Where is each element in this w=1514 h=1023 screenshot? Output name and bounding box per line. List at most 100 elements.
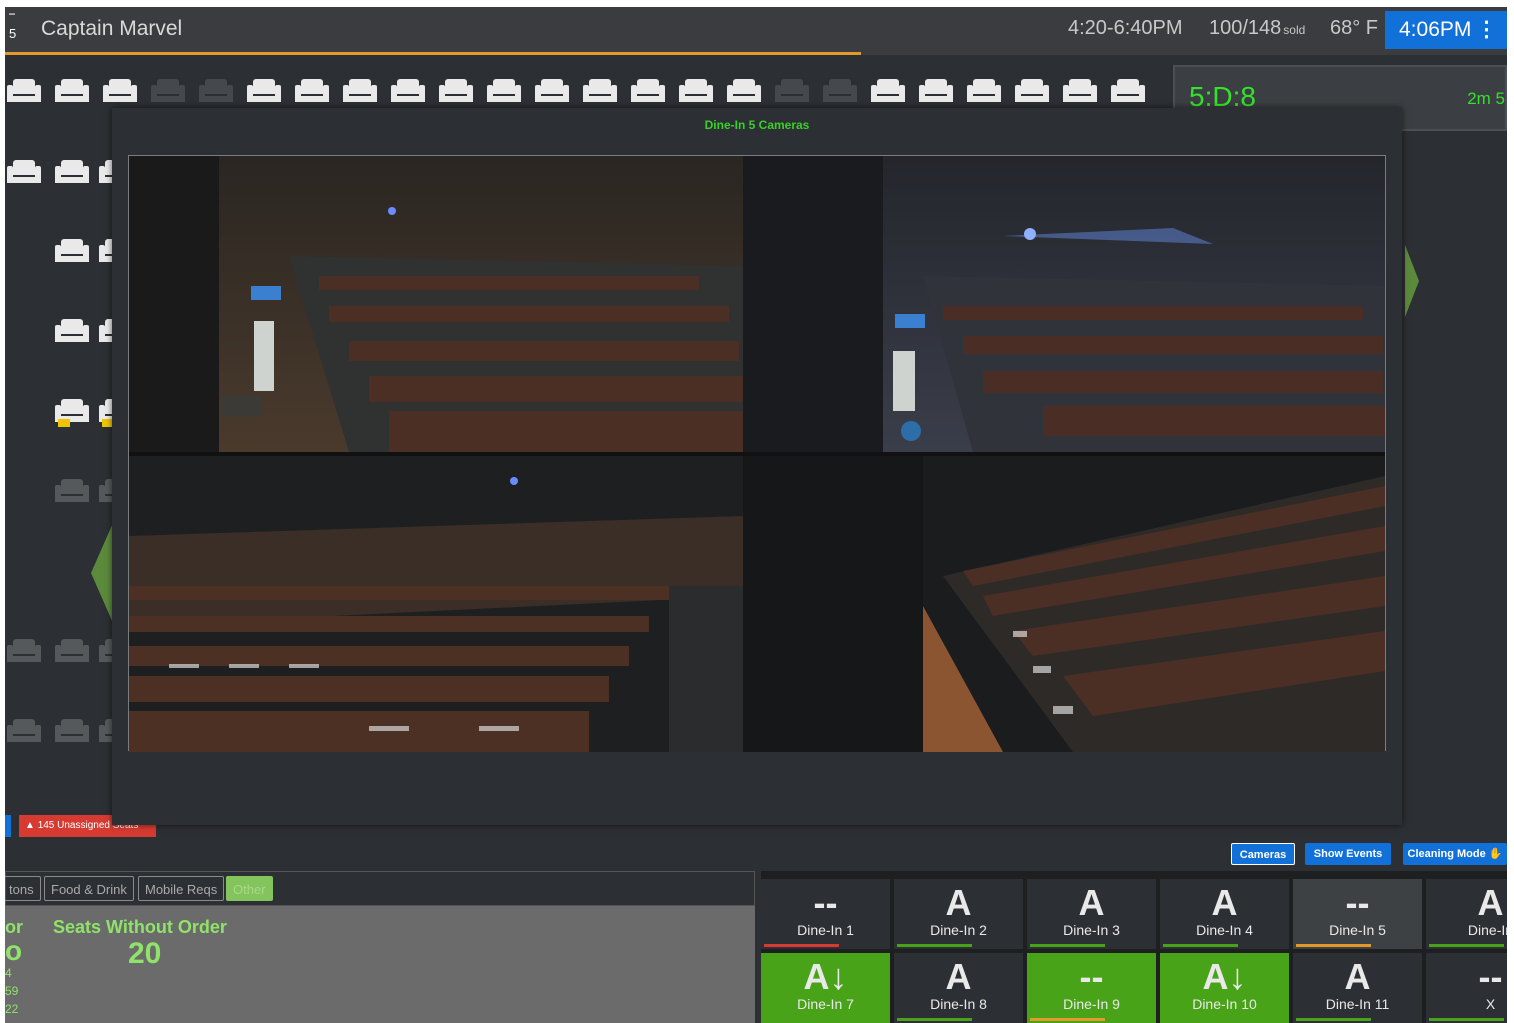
seat[interactable]	[1063, 79, 1097, 105]
theater-status: A↓	[803, 956, 848, 997]
theater-status: A	[1211, 882, 1238, 923]
show-events-button[interactable]: Show Events	[1305, 843, 1391, 865]
theater-status-bar	[1163, 1018, 1238, 1021]
scroll-left-arrow-icon[interactable]	[91, 523, 113, 623]
movie-title: Captain Marvel	[41, 17, 183, 40]
camera-modal: Dine-In 5 Cameras	[112, 108, 1402, 825]
camera-feed-4[interactable]	[743, 456, 1385, 752]
theater-tile[interactable]: A Dine-In 3	[1027, 879, 1156, 949]
sold-value: 100/148	[1209, 17, 1282, 39]
theater-tile[interactable]: -- Dine-In 9	[1027, 953, 1156, 1023]
seat[interactable]	[103, 79, 137, 105]
seat[interactable]	[391, 79, 425, 105]
theater-tiles: -- Dine-In 1 A Dine-In 2 A Dine-In 3 A Dine-In …	[761, 871, 1507, 1023]
seat[interactable]	[55, 239, 89, 265]
seat[interactable]	[55, 319, 89, 345]
theater-status: --	[813, 882, 838, 923]
theater-tile[interactable]: -- X	[1426, 953, 1507, 1023]
order-tabs: tons Food & Drink Mobile Reqs Other	[5, 871, 755, 906]
theater-tile[interactable]: A Dine-In 2	[894, 879, 1023, 949]
seat[interactable]	[151, 79, 185, 105]
modal-title: Dine-In 5 Cameras	[704, 118, 810, 132]
theater-status-bar	[897, 1018, 972, 1021]
seat[interactable]	[55, 399, 89, 427]
theater-tile[interactable]: ADine-In	[1426, 879, 1507, 949]
theater-tile[interactable]: A↓ Dine-In 10	[1160, 953, 1289, 1023]
seat[interactable]	[199, 79, 233, 105]
cameras-button[interactable]: Cameras	[1231, 843, 1295, 865]
seat[interactable]	[55, 639, 89, 665]
seat[interactable]	[535, 79, 569, 105]
info-tab[interactable]	[5, 815, 11, 837]
tab-other[interactable]: Other	[226, 876, 273, 901]
show-progress-fill	[5, 52, 862, 55]
seat[interactable]	[487, 79, 521, 105]
left-stat-sub-3: 22	[5, 1002, 19, 1016]
theater-status: A	[945, 956, 972, 997]
tab-food-drink[interactable]: Food & Drink	[44, 876, 134, 901]
scroll-right-arrow-icon[interactable]	[1405, 245, 1419, 317]
seat[interactable]	[775, 79, 809, 105]
theater-label: Dine-In 10	[1192, 996, 1257, 1012]
camera-feed-2[interactable]	[743, 156, 1385, 452]
seat[interactable]	[7, 719, 41, 745]
seat[interactable]	[55, 160, 89, 186]
seat[interactable]	[55, 479, 89, 505]
hand-icon: ✋	[1488, 848, 1503, 860]
seat[interactable]	[967, 79, 1001, 105]
theater-label: Dine-In 3	[1063, 922, 1120, 938]
seat[interactable]	[631, 79, 665, 105]
theater-label: Dine-In 5	[1329, 922, 1386, 938]
theater-status: --	[1478, 956, 1503, 997]
clock-menu-button[interactable]: 4:06PM ⋮	[1385, 11, 1507, 49]
seat[interactable]	[343, 79, 377, 105]
seat[interactable]	[247, 79, 281, 105]
seat[interactable]	[727, 79, 761, 105]
theater-tile[interactable]: A Dine-In 8	[894, 953, 1023, 1023]
camera-feed-1[interactable]	[129, 156, 743, 452]
seat[interactable]	[1111, 79, 1145, 105]
seats-without-order-label: Seats Without Order	[53, 917, 227, 937]
app-window: ▬ 5 Captain Marvel 4:20-6:40PM 100/148 so…	[5, 7, 1507, 1023]
theater-status: A	[1078, 882, 1105, 923]
theater-status-bar	[1163, 944, 1238, 947]
showtime: 4:20-6:40PM	[1068, 17, 1183, 39]
theater-status: A↓	[1202, 956, 1247, 997]
theater-status-bar	[1030, 1018, 1105, 1021]
seat[interactable]	[823, 79, 857, 105]
cleaning-mode-button[interactable]: Cleaning Mode ✋	[1403, 843, 1507, 865]
seat[interactable]	[295, 79, 329, 105]
seat[interactable]	[7, 79, 41, 105]
seat[interactable]	[55, 719, 89, 745]
theater-tile[interactable]: -- Dine-In 1	[761, 879, 890, 949]
theater-label: Dine-In 9	[1063, 996, 1120, 1012]
theater-label: Dine-In 11	[1325, 996, 1390, 1012]
seat[interactable]	[871, 79, 905, 105]
temperature: 68° F	[1330, 17, 1379, 39]
camera-feed-3[interactable]	[129, 456, 743, 752]
theater-tile[interactable]: A Dine-In 11	[1293, 953, 1422, 1023]
seat[interactable]	[583, 79, 617, 105]
seat[interactable]	[7, 160, 41, 186]
tab-buttons[interactable]: tons	[5, 876, 41, 901]
show-progress-bar	[5, 52, 1507, 55]
theater-label: Dine-In 8	[930, 996, 987, 1012]
theater-label: X	[1485, 996, 1496, 1012]
seat[interactable]	[1015, 79, 1049, 105]
warning-icon: ▲	[25, 820, 38, 831]
tab-mobile-reqs[interactable]: Mobile Reqs	[138, 876, 225, 901]
seat[interactable]	[55, 79, 89, 105]
theater-tile[interactable]: A↓ Dine-In 7	[761, 953, 890, 1023]
screen-number: 5	[9, 26, 17, 41]
theater-status: --	[1079, 956, 1104, 997]
theater-status: A	[1344, 956, 1371, 997]
theater-status-bar	[897, 944, 972, 947]
logo-icon: ▬	[9, 11, 15, 17]
screen-badge: ▬ 5	[9, 11, 29, 47]
seat[interactable]	[919, 79, 953, 105]
seat[interactable]	[439, 79, 473, 105]
theater-tile[interactable]: -- Dine-In 5	[1293, 879, 1422, 949]
theater-tile[interactable]: A Dine-In 4	[1160, 879, 1289, 949]
seat[interactable]	[679, 79, 713, 105]
seat[interactable]	[7, 639, 41, 665]
